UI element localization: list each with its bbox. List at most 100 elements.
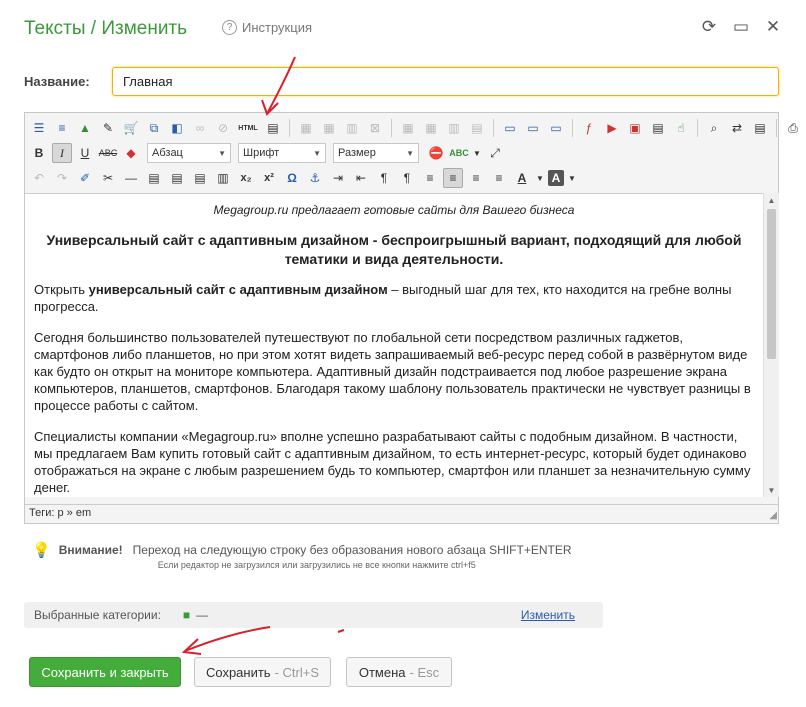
media-icon[interactable]: ▣: [625, 118, 645, 138]
scroll-down-icon[interactable]: ▼: [764, 483, 779, 497]
table-cell-icon[interactable]: ▥: [444, 118, 464, 138]
background-color-icon[interactable]: A: [548, 170, 564, 186]
replace-icon[interactable]: ⇄: [727, 118, 747, 138]
table-split-icon[interactable]: ▦: [421, 118, 441, 138]
spellcheck-dropdown-icon[interactable]: ▼: [472, 143, 482, 163]
paste-text-icon[interactable]: ▤: [167, 168, 187, 188]
cart-icon[interactable]: 🛒: [121, 118, 141, 138]
scrollbar-thumb[interactable]: [767, 209, 776, 359]
format-painter-icon[interactable]: ✐: [75, 168, 95, 188]
align-justify-icon[interactable]: ≡: [489, 168, 509, 188]
editor-scrollbar[interactable]: ▲ ▼: [763, 193, 779, 497]
editor-content[interactable]: Megagroup.ru предлагает готовые сайты дл…: [25, 193, 763, 497]
undo-icon[interactable]: ↶: [29, 168, 49, 188]
toolbar-separator: [697, 119, 698, 137]
layer-icon[interactable]: ▭: [500, 118, 520, 138]
outdent-icon[interactable]: ⇤: [351, 168, 371, 188]
fullscreen-icon[interactable]: ⤢: [485, 143, 505, 163]
select-all-icon[interactable]: ▤: [750, 118, 770, 138]
spellcheck-icon[interactable]: ABC: [449, 143, 469, 163]
link-icon[interactable]: ∞: [190, 118, 210, 138]
paste-word-icon[interactable]: ▤: [190, 168, 210, 188]
underline-button[interactable]: U: [75, 143, 95, 163]
refresh-icon[interactable]: ⟳: [700, 17, 718, 36]
special-char-icon[interactable]: Ω: [282, 168, 302, 188]
format-select[interactable]: Абзац ▼: [147, 143, 231, 163]
image-icon[interactable]: ▲: [75, 118, 95, 138]
print-icon[interactable]: ⎙: [783, 118, 803, 138]
text-color-dropdown-icon[interactable]: ▼: [535, 168, 545, 188]
font-select[interactable]: Шрифт ▼: [238, 143, 326, 163]
content-paragraph-2: Сегодня большинство пользователей путеше…: [34, 330, 751, 413]
rtl-icon[interactable]: ¶: [397, 168, 417, 188]
toolbar-row-1: ☰ ≡ ▲ ✎ 🛒 ⧉ ◧ ∞ ⊘ HTML ▤ ▦ ▦ ▥ ⊠ ▦ ▦ ▥ ▤…: [29, 116, 803, 140]
cursor-icon[interactable]: ☝: [671, 118, 691, 138]
numbered-list-icon[interactable]: ≡: [52, 118, 72, 138]
align-right-icon[interactable]: ≡: [466, 168, 486, 188]
editor-statusbar: Теги: p » em ◢: [25, 504, 779, 522]
block-icon[interactable]: ▭: [546, 118, 566, 138]
table-row-icon[interactable]: ▦: [319, 118, 339, 138]
save-button-label: Сохранить: [205, 664, 271, 680]
anchor-icon[interactable]: ⚓: [305, 168, 325, 188]
lightbulb-icon: 💡: [32, 542, 51, 559]
resize-handle-icon[interactable]: ◢: [769, 510, 777, 521]
name-label: Название:: [24, 74, 90, 89]
table-icon[interactable]: ▦: [296, 118, 316, 138]
gallery-icon[interactable]: ▤: [648, 118, 668, 138]
categories-label: Выбранные категории:: [34, 608, 161, 622]
unlink-icon[interactable]: ⊘: [213, 118, 233, 138]
save-button[interactable]: Сохранить - Ctrl+S: [194, 657, 331, 687]
align-center-icon[interactable]: ≡: [443, 168, 463, 188]
template-icon[interactable]: ▭: [523, 118, 543, 138]
save-and-close-button[interactable]: Сохранить и закрыть: [29, 657, 181, 687]
name-input[interactable]: [112, 67, 779, 96]
table-col-icon[interactable]: ▥: [342, 118, 362, 138]
close-icon[interactable]: ✕: [764, 17, 782, 36]
brush-icon[interactable]: ✎: [98, 118, 118, 138]
edit-source-icon[interactable]: ▤: [263, 118, 283, 138]
scroll-up-icon[interactable]: ▲: [764, 193, 779, 207]
cancel-button[interactable]: Отмена - Esc: [346, 657, 452, 687]
superscript-button[interactable]: x²: [259, 168, 279, 188]
background-color-dropdown-icon[interactable]: ▼: [567, 168, 577, 188]
html-source-button[interactable]: HTML: [236, 118, 260, 138]
ltr-icon[interactable]: ¶: [374, 168, 394, 188]
bold-button[interactable]: B: [29, 143, 49, 163]
help-link[interactable]: ? Инструкция: [222, 20, 312, 35]
find-icon[interactable]: ⌕: [704, 118, 724, 138]
align-left-icon[interactable]: ≡: [420, 168, 440, 188]
font-select-value: Шрифт: [243, 147, 280, 159]
size-select[interactable]: Размер ▼: [333, 143, 419, 163]
notice-text: Переход на следующую строку без образова…: [132, 543, 572, 557]
chevron-down-icon: ▼: [406, 148, 414, 158]
question-icon: ?: [222, 20, 237, 35]
bullet-list-icon[interactable]: ☰: [29, 118, 49, 138]
copy-icon[interactable]: ⧉: [144, 118, 164, 138]
flash-media-icon[interactable]: ƒ: [579, 118, 599, 138]
text-color-icon[interactable]: A: [512, 168, 532, 188]
strikethrough-button[interactable]: ABC: [98, 143, 118, 163]
notice: 💡 Внимание! Переход на следующую строку …: [32, 541, 572, 570]
maximize-icon[interactable]: ▭: [732, 17, 750, 36]
paste-icon[interactable]: ▤: [144, 168, 164, 188]
change-categories-link[interactable]: Изменить: [521, 608, 575, 622]
table-props-icon[interactable]: ▤: [467, 118, 487, 138]
table-merge-icon[interactable]: ▦: [398, 118, 418, 138]
table-delete-icon[interactable]: ⊠: [365, 118, 385, 138]
redo-icon[interactable]: ↷: [52, 168, 72, 188]
cut-icon[interactable]: ✂: [98, 168, 118, 188]
italic-button[interactable]: I: [52, 143, 72, 163]
notice-subtext: Если редактор не загрузился или загрузил…: [157, 560, 476, 570]
flash-icon[interactable]: ◧: [167, 118, 187, 138]
subscript-button[interactable]: x₂: [236, 168, 256, 188]
cleanup-icon[interactable]: ▥: [213, 168, 233, 188]
content-heading: Универсальный сайт с адаптивным дизайном…: [46, 232, 742, 267]
horizontal-rule-icon[interactable]: —: [121, 168, 141, 188]
video-icon[interactable]: ▶: [602, 118, 622, 138]
indent-icon[interactable]: ⇥: [328, 168, 348, 188]
folder-icon: ■: [182, 608, 191, 622]
no-entry-icon[interactable]: ⛔: [426, 143, 446, 163]
eraser-icon[interactable]: ◆: [121, 143, 141, 163]
notice-label: Внимание!: [58, 543, 123, 557]
